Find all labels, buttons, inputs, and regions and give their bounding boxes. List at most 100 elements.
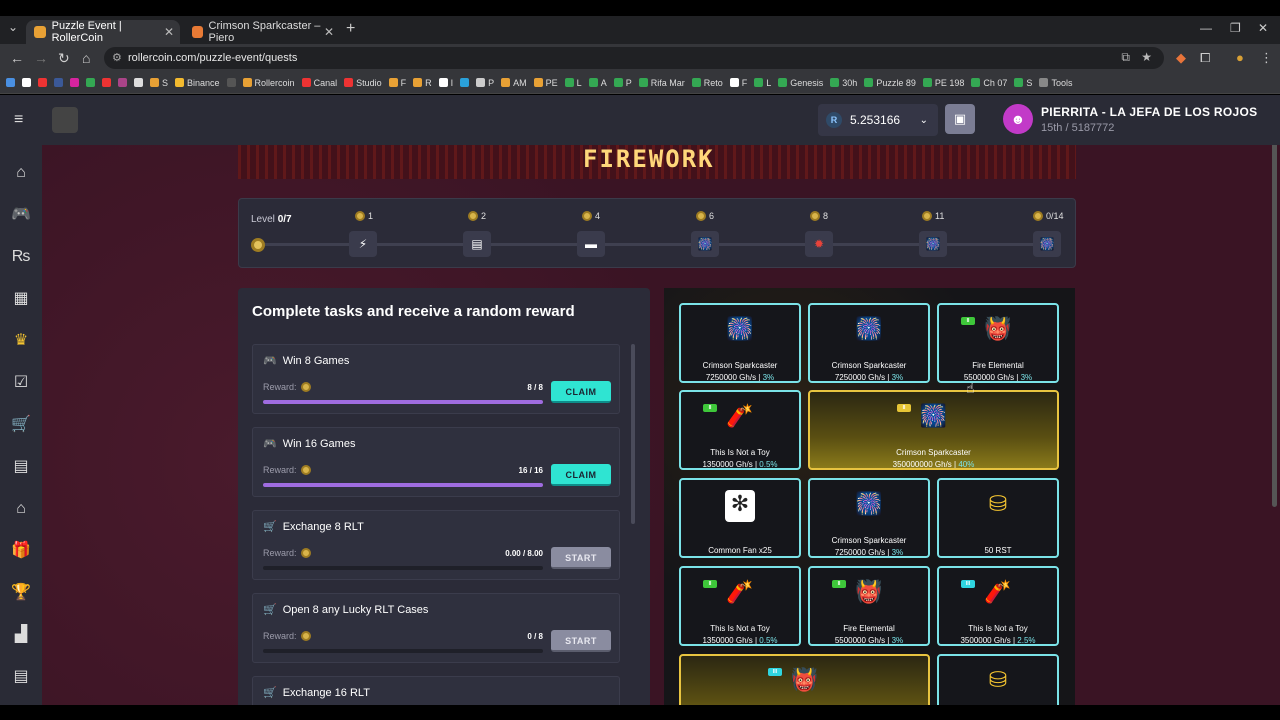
home-icon[interactable]: ⌂ (82, 50, 90, 66)
reward-card[interactable]: III 🧨 This Is Not a Toy 3500000 Gh/s | 2… (937, 566, 1059, 646)
bookmark[interactable]: PE 198 (922, 78, 964, 88)
bookmark[interactable]: P (476, 78, 494, 88)
reward-card[interactable]: ⛁ 50 RST (937, 478, 1059, 558)
level-reward-node[interactable]: ✹ (805, 231, 833, 257)
reward-card-legendary[interactable]: II 🎆 Crimson Sparkcaster 350000000 Gh/s … (808, 390, 1059, 470)
reward-card-legendary[interactable]: III 👹 (679, 654, 930, 705)
site-info-icon[interactable]: ⚙ (112, 51, 122, 64)
bookmark[interactable] (226, 78, 236, 87)
reward-card[interactable]: 🎆 Crimson Sparkcaster 7250000 Gh/s | 3% (808, 303, 930, 383)
new-tab-icon[interactable]: + (346, 20, 355, 38)
bookmark[interactable] (70, 78, 79, 87)
tasks-scrollbar[interactable] (631, 344, 635, 524)
bookmark[interactable] (54, 78, 63, 87)
trophy-nav-icon[interactable]: 🏆 (11, 583, 31, 603)
tab-puzzle-event[interactable]: Puzzle Event | RollerCoin ✕ (26, 20, 180, 44)
rollercoin-logo[interactable] (52, 107, 78, 133)
bookmark[interactable] (118, 78, 127, 87)
bookmark[interactable]: PE (533, 78, 558, 88)
bookmark[interactable]: AM (501, 78, 527, 88)
bookmark[interactable]: Rifa Mar (638, 78, 685, 88)
avatar[interactable]: ☻ (1003, 104, 1033, 134)
bookmark[interactable]: L (564, 78, 582, 88)
reward-card[interactable]: II 🧨 This Is Not a Toy 1350000 Gh/s | 0.… (679, 390, 801, 470)
reload-icon[interactable]: ↻ (58, 50, 70, 67)
close-tab-icon[interactable]: ✕ (164, 25, 174, 39)
profile-icon[interactable]: ● (1236, 50, 1244, 65)
claim-button[interactable]: CLAIM (551, 381, 611, 403)
menu-icon[interactable]: ≡ (14, 111, 23, 129)
bookmark[interactable] (86, 78, 95, 87)
reward-card[interactable]: II 👹 Fire Elemental 5500000 Gh/s | 3% (808, 566, 930, 646)
level-reward-node[interactable]: 🎆 (1033, 231, 1061, 257)
start-button[interactable]: START (551, 547, 611, 569)
reward-card[interactable]: II 🧨 This Is Not a Toy 1350000 Gh/s | 0.… (679, 566, 801, 646)
back-icon[interactable]: ← (10, 50, 24, 66)
storage-nav-icon[interactable]: ▤ (11, 457, 31, 477)
gift-nav-icon[interactable]: 🎁 (11, 541, 31, 561)
bookmark[interactable] (22, 78, 31, 87)
bookmark[interactable]: S (150, 78, 168, 88)
bookmark[interactable]: L (754, 78, 771, 88)
url-field[interactable]: ⚙ rollercoin.com/puzzle-event/quests ⧉ ★ (104, 47, 1164, 69)
bookmark[interactable] (134, 78, 143, 87)
bookmark[interactable]: P (613, 78, 632, 88)
extensions-puzzle-icon[interactable]: ⧠ (1200, 50, 1210, 66)
bookmark[interactable]: S (1014, 78, 1032, 88)
tab-search-icon[interactable]: ⌄ (8, 20, 18, 34)
bookmark[interactable]: Puzzle 89 (864, 78, 916, 88)
wallet-button[interactable]: ▣ (945, 104, 975, 134)
claim-button[interactable]: CLAIM (551, 464, 611, 486)
tasks-nav-icon[interactable]: ☑ (11, 373, 31, 393)
start-button[interactable]: START (551, 630, 611, 652)
bookmark[interactable]: Reto (691, 78, 723, 88)
bookmark[interactable]: Studio (344, 78, 382, 88)
reward-card[interactable]: ✻ Common Fan x25 (679, 478, 801, 558)
level-reward-node[interactable]: 🎆 (691, 231, 719, 257)
bookmark[interactable]: A (588, 78, 607, 88)
install-icon[interactable]: ⧉ (1121, 50, 1130, 65)
level-reward-node[interactable]: ▬ (577, 231, 605, 257)
extension-icon[interactable]: ◆ (1176, 50, 1186, 66)
bookmark[interactable]: F (729, 78, 747, 88)
bookmark[interactable]: I (438, 78, 453, 88)
page-scrollbar[interactable] (1272, 137, 1277, 507)
close-window-icon[interactable]: ✕ (1258, 21, 1268, 35)
games-nav-icon[interactable]: 🎮 (11, 205, 31, 225)
reward-card[interactable]: 🎆 Crimson Sparkcaster 7250000 Gh/s | 3% (808, 478, 930, 558)
bookmark[interactable]: F (388, 78, 406, 88)
username[interactable]: PIERRITA - LA JEFA DE LOS ROJOS (1041, 105, 1257, 119)
marketplace-nav-icon[interactable]: ▦ (11, 289, 31, 309)
bookmark[interactable]: Canal (301, 78, 337, 88)
home-nav-icon[interactable]: ⌂ (11, 163, 31, 183)
browser-menu-icon[interactable]: ⋮ (1260, 50, 1273, 66)
minimize-icon[interactable]: — (1200, 21, 1212, 35)
bookmark[interactable]: Rollercoin (242, 78, 295, 88)
rlt-nav-icon[interactable]: ₨ (11, 247, 31, 267)
factory-nav-icon[interactable]: ▟ (11, 625, 31, 645)
bookmark[interactable]: 30h (830, 78, 857, 88)
restore-icon[interactable]: ❐ (1230, 21, 1241, 35)
level-reward-node[interactable]: ▤ (463, 231, 491, 257)
cart-nav-icon[interactable]: 🛒 (11, 415, 31, 435)
bookmark-folder-tools[interactable]: Tools (1039, 78, 1072, 88)
tab-crimson-sparkcaster[interactable]: Crimson Sparkcaster – Piero ✕ (184, 20, 340, 44)
news-nav-icon[interactable]: ▤ (11, 667, 31, 687)
reward-card[interactable]: 🎆 Crimson Sparkcaster 7250000 Gh/s | 3% (679, 303, 801, 383)
bank-nav-icon[interactable]: ⌂ (11, 499, 31, 519)
bookmark[interactable] (38, 78, 47, 87)
bookmark[interactable] (102, 78, 111, 87)
forward-icon[interactable]: → (34, 50, 48, 66)
bookmark[interactable]: Genesis (778, 78, 823, 88)
bookmark[interactable]: Ch 07 (971, 78, 1007, 88)
reward-card[interactable]: II 👹 Fire Elemental 5500000 Gh/s | 3% (937, 303, 1059, 383)
bookmark-star-icon[interactable]: ★ (1141, 50, 1152, 64)
bookmark[interactable] (6, 78, 15, 87)
bookmark[interactable] (460, 78, 470, 87)
level-reward-node[interactable]: 🎆 (919, 231, 947, 257)
close-tab-icon[interactable]: ✕ (324, 25, 334, 39)
balance-selector[interactable]: R 5.253166 ⌄ (818, 104, 938, 136)
bookmark[interactable]: R (413, 78, 432, 88)
level-reward-node[interactable]: ⚡ (349, 231, 377, 257)
crown-nav-icon[interactable]: ♛ (11, 331, 31, 351)
